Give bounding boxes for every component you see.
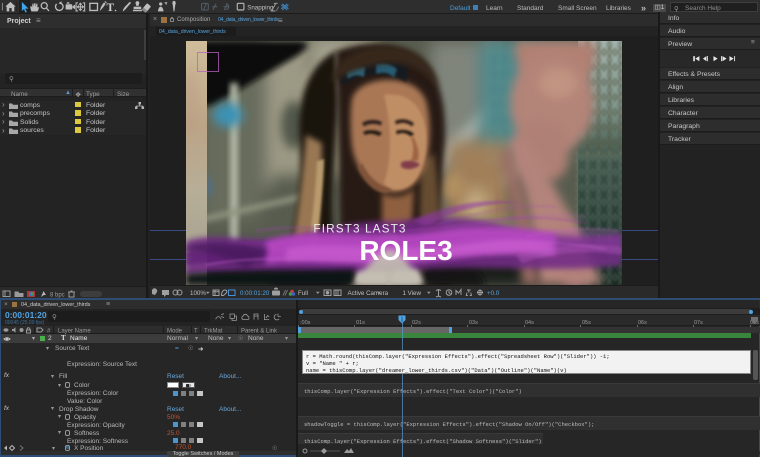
svg-text:0:00:01:20: 0:00:01:20 — [240, 290, 270, 297]
svg-text:100%: 100% — [190, 290, 206, 297]
svg-text:01s: 01s — [356, 320, 365, 326]
svg-text:03s: 03s — [469, 320, 478, 326]
svg-text:06s: 06s — [638, 320, 647, 326]
svg-text:Full: Full — [298, 290, 308, 297]
svg-text:FIRST3 LAST3: FIRST3 LAST3 — [313, 222, 406, 236]
svg-text:1 View: 1 View — [403, 290, 422, 297]
svg-text:Active Camera: Active Camera — [348, 290, 389, 297]
svg-text::00s: :00s — [300, 320, 311, 326]
svg-text:Snapping: Snapping — [247, 4, 274, 11]
svg-text:+0.0: +0.0 — [487, 290, 500, 297]
svg-text:ROLE3: ROLE3 — [359, 235, 452, 266]
svg-text:07s: 07s — [694, 320, 703, 326]
svg-text:05s: 05s — [582, 320, 591, 326]
svg-text:T: T — [107, 2, 115, 14]
svg-text:04s: 04s — [525, 320, 534, 326]
svg-text:02s: 02s — [412, 320, 421, 326]
